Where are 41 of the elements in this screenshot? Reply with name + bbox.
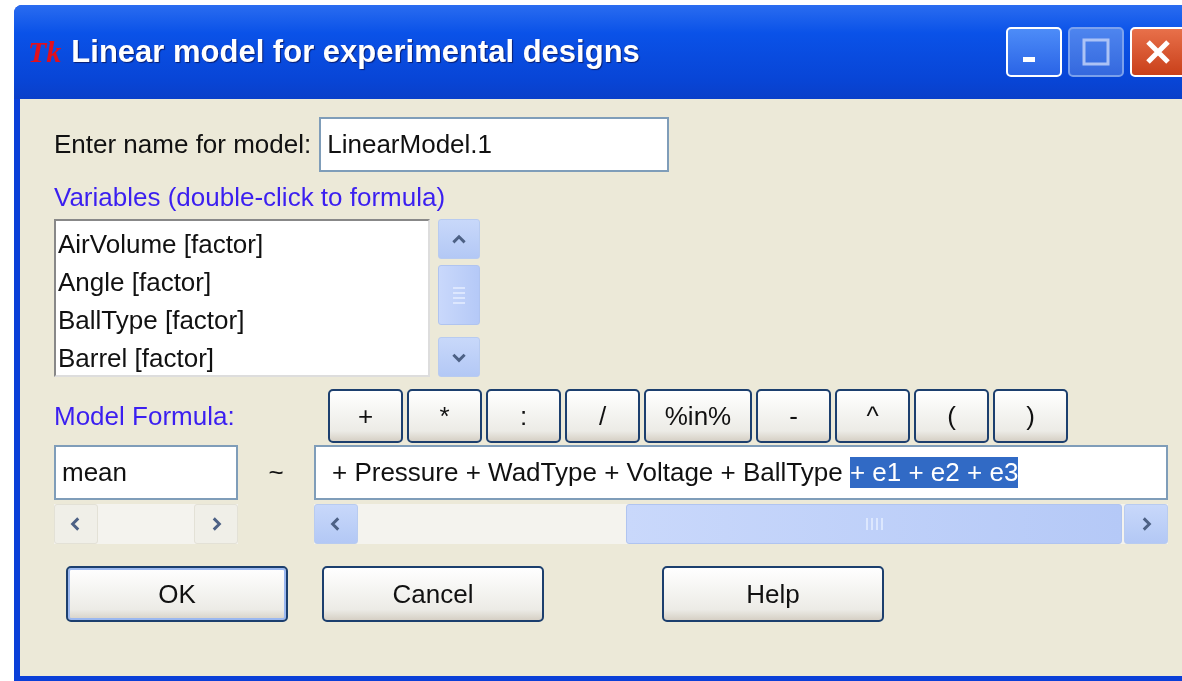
model-formula-label: Model Formula: [54, 400, 236, 432]
scroll-down-button[interactable] [438, 337, 480, 377]
scroll-up-button[interactable] [438, 219, 480, 259]
model-name-label: Enter name for model: [54, 129, 312, 160]
response-field[interactable]: mean [54, 445, 238, 500]
dialog-button[interactable]: Help [662, 566, 884, 622]
operator-button[interactable]: %in% [644, 389, 752, 443]
variable-item[interactable]: BallType [factor] [58, 301, 426, 339]
dialog-button[interactable]: Cancel [322, 566, 544, 622]
variables-label: Variables (double-click to formula) [54, 182, 447, 213]
operator-button[interactable]: + [328, 389, 403, 443]
variable-item[interactable]: Barrel [factor] [58, 339, 426, 377]
grip-icon [864, 517, 884, 531]
variable-item[interactable]: Angle [factor] [58, 263, 426, 301]
window-title: Linear model for experimental designs [71, 34, 641, 70]
model-name-field[interactable]: LinearModel.1 [319, 117, 670, 172]
scrollbar-thumb[interactable] [438, 265, 480, 325]
dialog-button[interactable]: OK [66, 566, 288, 622]
operator-button[interactable]: : [486, 389, 561, 443]
scroll-left-button[interactable] [314, 504, 358, 544]
operator-button[interactable]: - [756, 389, 831, 443]
scroll-right-button[interactable] [1124, 504, 1168, 544]
operator-button[interactable]: * [407, 389, 482, 443]
minimize-button[interactable] [1006, 27, 1062, 77]
minimize-icon [1023, 56, 1035, 62]
scrollbar-thumb[interactable] [626, 504, 1122, 544]
tilde-label: ~ [267, 457, 285, 488]
maximize-icon [1081, 37, 1111, 67]
variables-listbox[interactable]: AirVolume [factor] Angle [factor] BallType [factor] Barrel [factor] [54, 219, 430, 377]
app-logo: Tk [28, 35, 62, 69]
operator-button[interactable]: ) [993, 389, 1068, 443]
operator-button[interactable]: / [565, 389, 640, 443]
operator-button[interactable]: ( [914, 389, 989, 443]
variable-item[interactable]: AirVolume [factor] [58, 225, 426, 263]
scroll-left-button[interactable] [54, 504, 98, 544]
grip-icon [452, 285, 466, 305]
operator-button[interactable]: ^ [835, 389, 910, 443]
formula-field[interactable]: + Pressure + WadType + Voltage + BallType + e1 + e2 + e3 [314, 445, 1168, 500]
close-button[interactable] [1130, 27, 1182, 77]
response-scrollbar[interactable] [54, 504, 238, 544]
scroll-right-button[interactable] [194, 504, 238, 544]
